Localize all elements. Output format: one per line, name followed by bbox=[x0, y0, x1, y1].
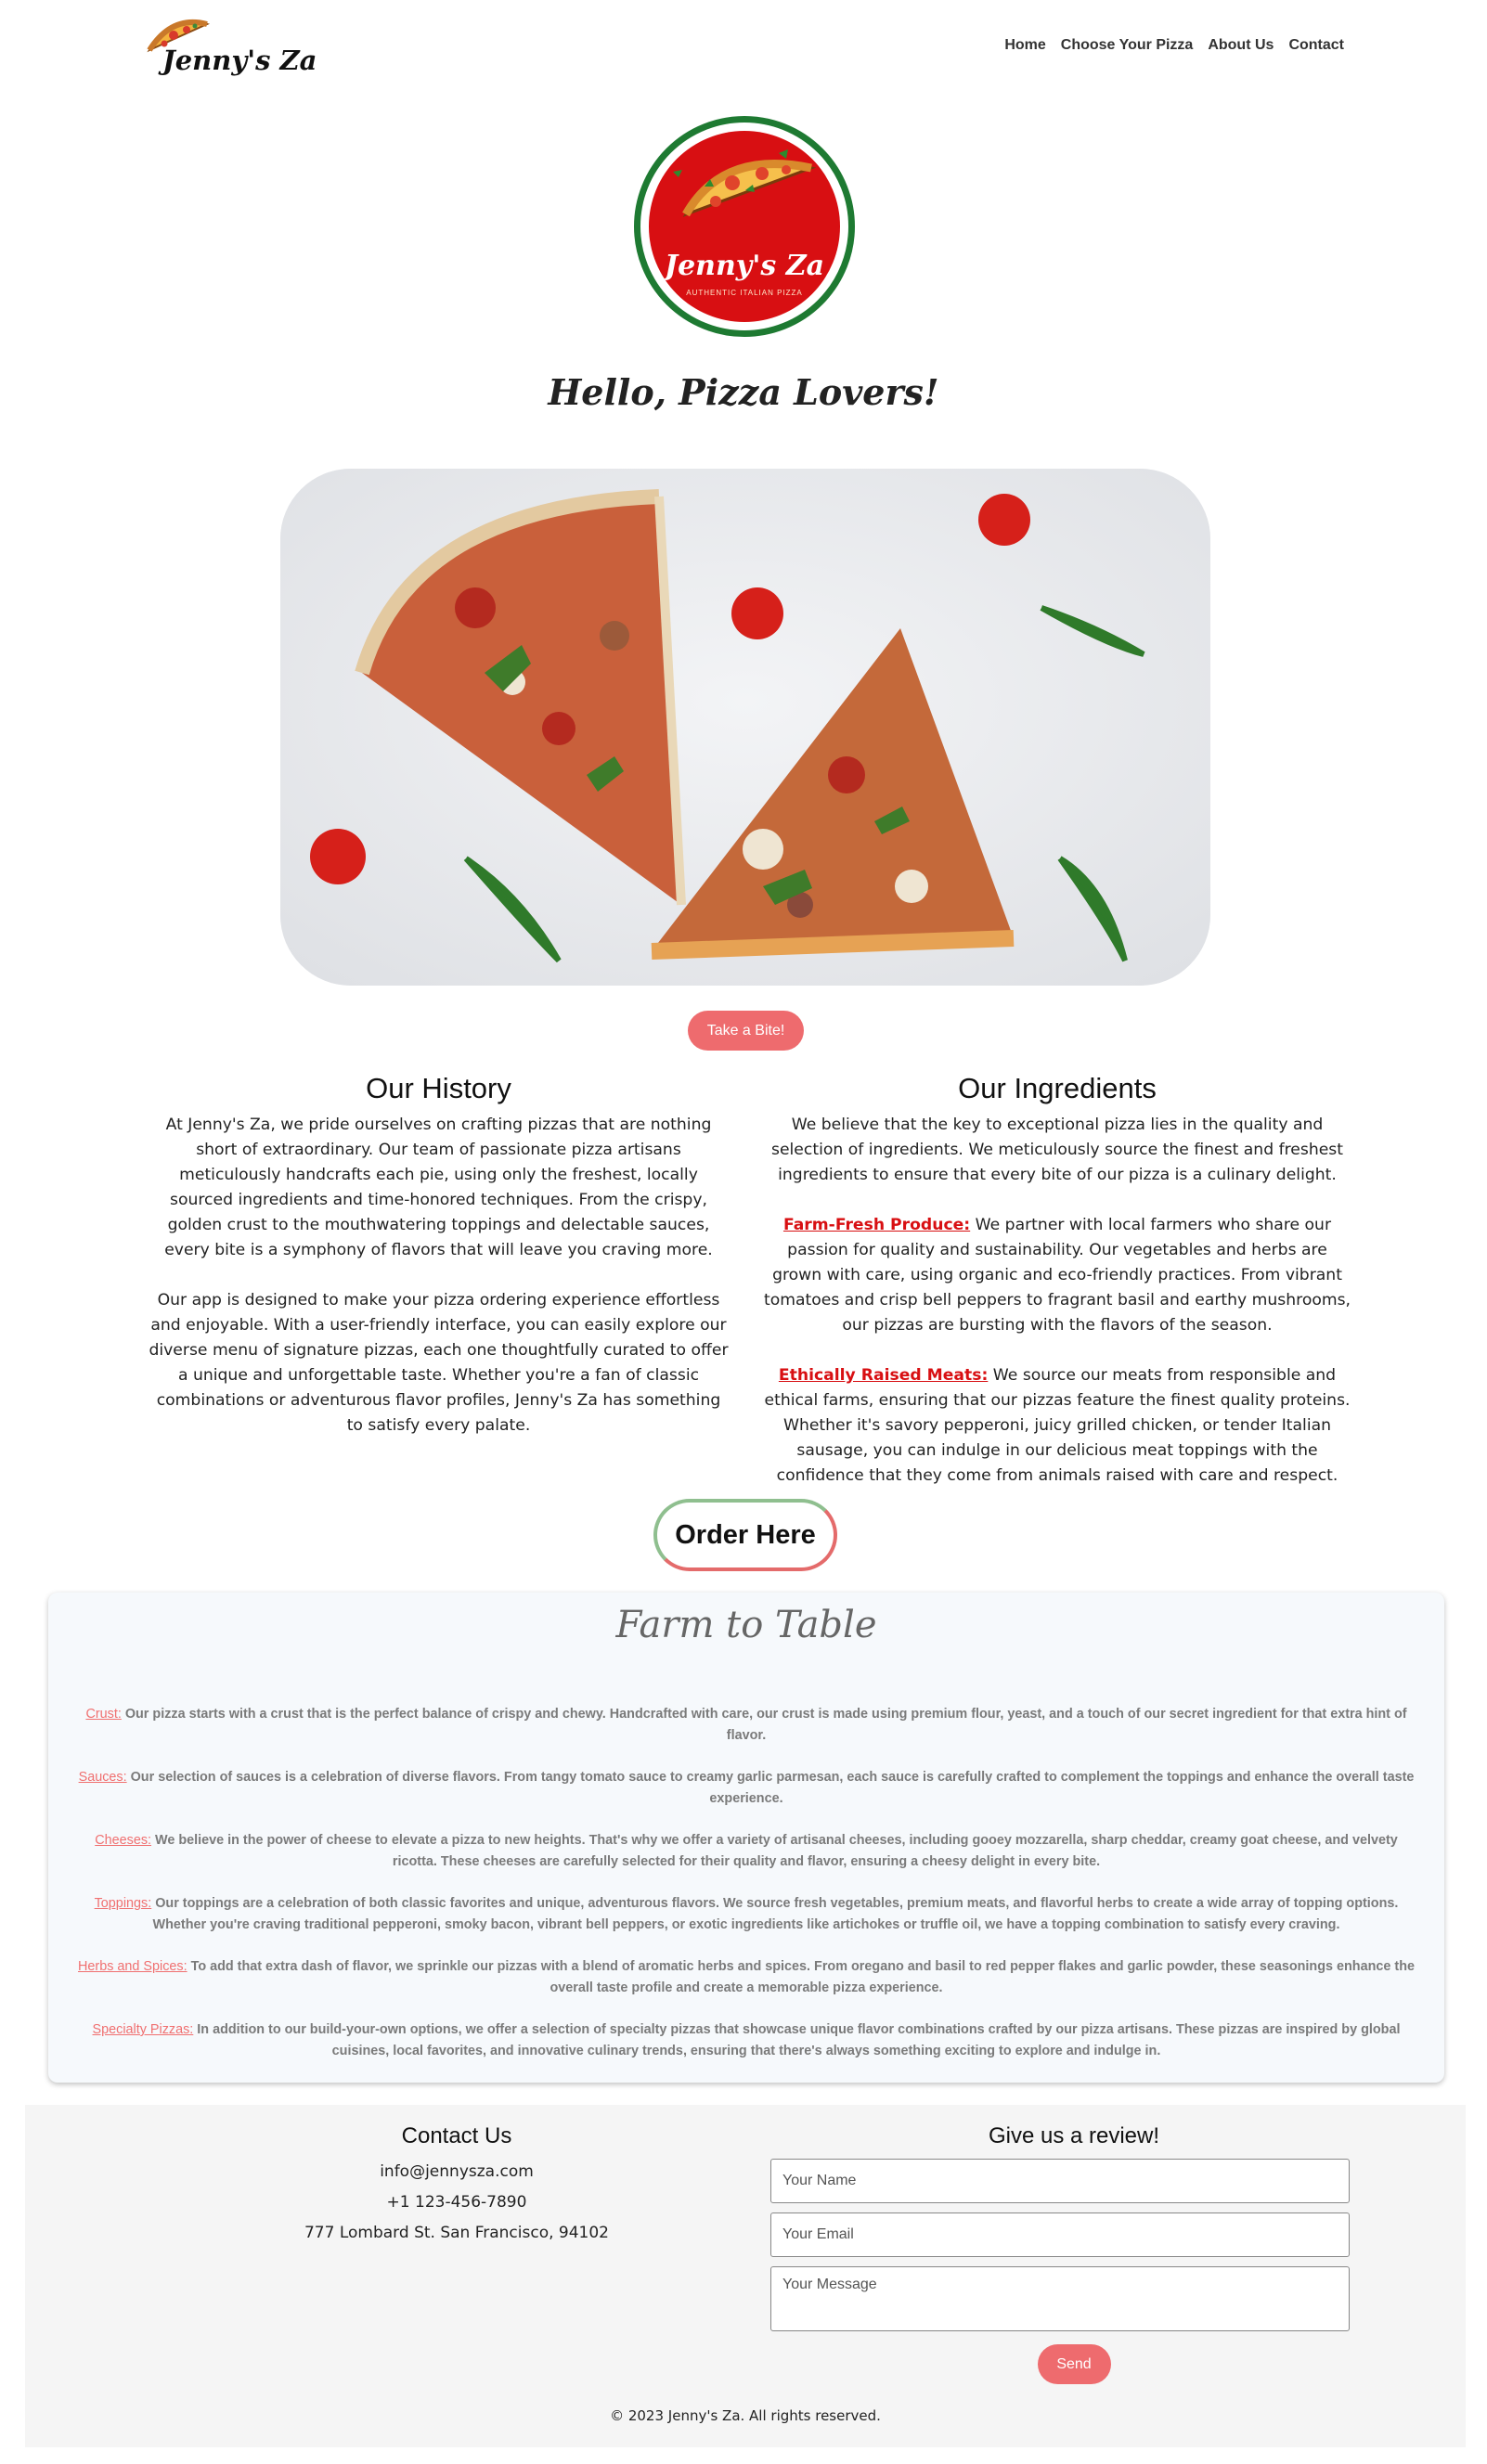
farm-text-cheeses: We believe in the power of cheese to ele… bbox=[151, 1833, 1398, 1869]
farm-item-cheeses: Cheeses: We believe in the power of chee… bbox=[71, 1830, 1421, 1873]
review-email-input[interactable] bbox=[770, 2212, 1350, 2257]
nav-about-us[interactable]: About Us bbox=[1208, 37, 1274, 54]
nav-choose-your-pizza[interactable]: Choose Your Pizza bbox=[1061, 37, 1194, 54]
footer: Contact Us info@jennysza.com +1 123-456-… bbox=[25, 2105, 1466, 2447]
farm-key-toppings[interactable]: Toppings: bbox=[95, 1896, 152, 1911]
nav-contact[interactable]: Contact bbox=[1288, 37, 1344, 54]
farm-text-crust: Our pizza starts with a crust that is th… bbox=[121, 1707, 1407, 1743]
contact-address: 777 Lombard St. San Francisco, 94102 bbox=[304, 2224, 609, 2242]
nav-home[interactable]: Home bbox=[1004, 37, 1045, 54]
farm-key-specialty[interactable]: Specialty Pizzas: bbox=[93, 2022, 194, 2037]
ingredients-produce: Farm-Fresh Produce: We partner with loca… bbox=[760, 1213, 1354, 1338]
history-paragraph-1: At Jenny's Za, we pride ourselves on cra… bbox=[164, 1116, 713, 1259]
logo-tagline: AUTHENTIC ITALIAN PIZZA bbox=[686, 289, 803, 297]
farm-item-specialty: Specialty Pizzas: In addition to our bui… bbox=[71, 2019, 1421, 2062]
navbar: Jenny's Za Home Choose Your Pizza About … bbox=[0, 0, 1487, 93]
brand-logo-link[interactable]: Jenny's Za bbox=[144, 13, 317, 83]
farm-key-herbs[interactable]: Herbs and Spices: bbox=[78, 1959, 187, 1974]
farm-item-crust: Crust: Our pizza starts with a crust tha… bbox=[71, 1704, 1421, 1747]
logo-name: Jenny's Za bbox=[664, 250, 825, 282]
pizza-image bbox=[280, 469, 1210, 986]
ingredients-title: Our Ingredients bbox=[958, 1072, 1157, 1104]
nav-links: Home Choose Your Pizza About Us Contact bbox=[1004, 37, 1344, 54]
take-a-bite-button[interactable]: Take a Bite! bbox=[688, 1011, 804, 1051]
contact-title: Contact Us bbox=[401, 2123, 512, 2148]
hero-image bbox=[280, 469, 1210, 986]
farm-text-specialty: In addition to our build-your-own option… bbox=[193, 2022, 1401, 2058]
send-button[interactable]: Send bbox=[1037, 2344, 1111, 2384]
history-section: Our History At Jenny's Za, we pride ours… bbox=[149, 1072, 729, 1438]
farm-text-toppings: Our toppings are a celebration of both c… bbox=[151, 1896, 1399, 1932]
review-title: Give us a review! bbox=[988, 2123, 1160, 2148]
contact-phone: +1 123-456-7890 bbox=[386, 2193, 527, 2212]
review-name-input[interactable] bbox=[770, 2159, 1350, 2203]
history-title: Our History bbox=[366, 1072, 511, 1104]
logo-badge: Jenny's Za AUTHENTIC ITALIAN PIZZA bbox=[649, 131, 840, 322]
farm-text-sauces: Our selection of sauces is a celebration… bbox=[126, 1770, 1415, 1806]
history-paragraph-2: Our app is designed to make your pizza o… bbox=[149, 1291, 729, 1435]
hero-greeting: Hello, Pizza Lovers! bbox=[548, 371, 939, 413]
farm-list: Crust: Our pizza starts with a crust tha… bbox=[71, 1704, 1421, 2083]
ingredients-section: Our Ingredients We believe that the key … bbox=[760, 1072, 1354, 1489]
ingredients-intro: We believe that the key to exceptional p… bbox=[771, 1116, 1343, 1184]
main-logo: Jenny's Za AUTHENTIC ITALIAN PIZZA bbox=[634, 116, 855, 337]
copyright: © 2023 Jenny's Za. All rights reserved. bbox=[610, 2407, 881, 2424]
contact-email: info@jennysza.com bbox=[380, 2162, 534, 2181]
farm-to-table-card: Farm to Table Crust: Our pizza starts wi… bbox=[48, 1593, 1444, 2083]
farm-item-sauces: Sauces: Our selection of sauces is a cel… bbox=[71, 1767, 1421, 1810]
farm-title: Farm to Table bbox=[615, 1604, 877, 1646]
farm-item-herbs: Herbs and Spices: To add that extra dash… bbox=[71, 1956, 1421, 1999]
farm-key-cheeses[interactable]: Cheeses: bbox=[95, 1833, 151, 1848]
meats-link[interactable]: Ethically Raised Meats: bbox=[779, 1366, 988, 1385]
produce-link[interactable]: Farm-Fresh Produce: bbox=[783, 1216, 970, 1234]
brand-name: Jenny's Za bbox=[162, 45, 317, 76]
logo-ring: Jenny's Za AUTHENTIC ITALIAN PIZZA bbox=[634, 116, 855, 337]
order-here-button[interactable]: Order Here bbox=[653, 1499, 837, 1571]
farm-key-crust[interactable]: Crust: bbox=[85, 1707, 121, 1722]
farm-key-sauces[interactable]: Sauces: bbox=[79, 1770, 127, 1785]
farm-text-herbs: To add that extra dash of flavor, we spr… bbox=[187, 1959, 1415, 1995]
farm-item-toppings: Toppings: Our toppings are a celebration… bbox=[71, 1893, 1421, 1936]
review-form: Give us a review! Send bbox=[768, 2123, 1380, 2384]
ingredients-meats: Ethically Raised Meats: We source our me… bbox=[760, 1363, 1354, 1489]
review-message-input[interactable] bbox=[770, 2266, 1350, 2331]
contact-section: Contact Us info@jennysza.com +1 123-456-… bbox=[146, 2123, 768, 2249]
